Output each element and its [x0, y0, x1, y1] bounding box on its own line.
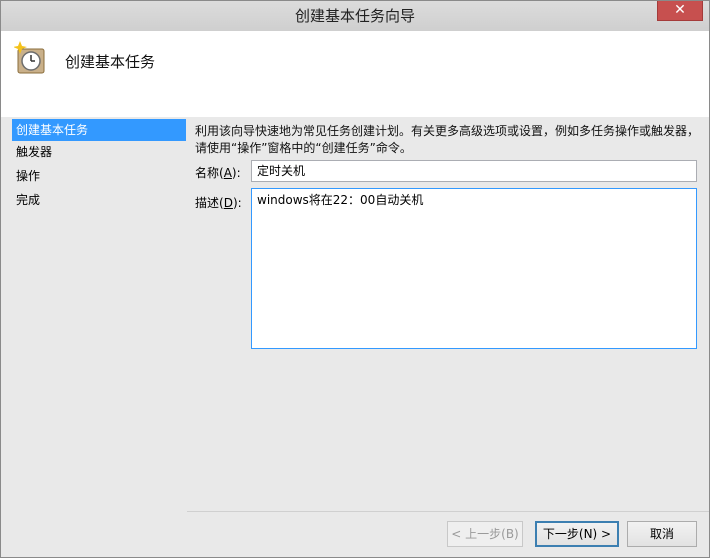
back-button[interactable]: < 上一步(B) — [447, 521, 523, 547]
button-divider — [187, 511, 709, 512]
header-title: 创建基本任务 — [65, 53, 156, 71]
step-create-basic-task[interactable]: 创建基本任务 — [12, 119, 186, 141]
name-field[interactable]: 定时关机 — [251, 160, 697, 182]
close-icon: ✕ — [674, 2, 686, 18]
wizard-window: 创建基本任务向导 ✕ 创建基本任务 创建基本任务 触发器 操作 完成 利用该向导… — [0, 0, 710, 558]
step-trigger[interactable]: 触发器 — [12, 141, 186, 163]
window-title: 创建基本任务向导 — [294, 7, 415, 25]
next-button[interactable]: 下一步(N) > — [535, 521, 619, 547]
cancel-button[interactable]: 取消 — [627, 521, 697, 547]
step-finish[interactable]: 完成 — [12, 189, 186, 211]
step-action[interactable]: 操作 — [12, 165, 186, 187]
wizard-content: 利用该向导快速地为常见任务创建计划。有关更多高级选项或设置，例如多任务操作或触发… — [187, 117, 709, 557]
description-field[interactable]: windows将在22：00自动关机 — [251, 188, 697, 349]
close-button[interactable]: ✕ — [657, 1, 703, 21]
name-label: 名称(A): — [195, 166, 241, 180]
description-label: 描述(D): — [195, 196, 242, 210]
wizard-steps-sidebar: 创建基本任务 触发器 操作 完成 — [1, 117, 187, 557]
title-bar[interactable]: 创建基本任务向导 ✕ — [1, 1, 709, 31]
intro-text: 利用该向导快速地为常见任务创建计划。有关更多高级选项或设置，例如多任务操作或触发… — [195, 124, 700, 155]
task-scheduler-icon — [14, 41, 45, 74]
wizard-header: 创建基本任务 — [1, 31, 709, 117]
